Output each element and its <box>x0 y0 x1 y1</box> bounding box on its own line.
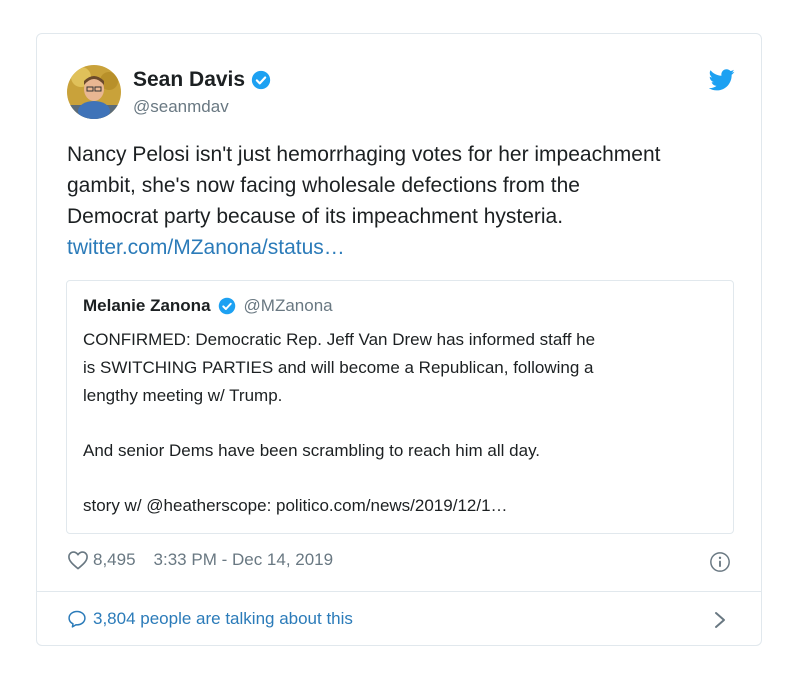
avatar[interactable] <box>67 65 121 119</box>
tweet-text: Nancy Pelosi isn't just hemorrhaging vot… <box>67 139 737 263</box>
tweet-link[interactable]: twitter.com/MZanona/status… <box>67 232 737 263</box>
tweet-text-line: Democrat party because of its impeachmen… <box>67 205 564 228</box>
tweet-text-line: Nancy Pelosi isn't just hemorrhaging vot… <box>67 143 661 166</box>
divider <box>37 591 761 592</box>
twitter-bird-icon[interactable] <box>709 69 735 91</box>
verified-badge-icon <box>251 70 271 90</box>
tweet-meta: 8,495 3:33 PM - Dec 14, 2019 <box>67 549 333 571</box>
quoted-text-line: CONFIRMED: Democratic Rep. Jeff Van Drew… <box>83 330 596 349</box>
quoted-text-line: is SWITCHING PARTIES and will become a R… <box>83 358 594 377</box>
author-name[interactable]: Sean Davis <box>133 67 271 93</box>
tweet-card: Sean Davis @seanmdav Nancy Pelosi isn't … <box>36 33 762 646</box>
speech-bubble-icon <box>68 610 86 628</box>
talking-count-text[interactable]: 3,804 people are talking about this <box>93 607 353 631</box>
heart-icon[interactable] <box>67 550 89 570</box>
chevron-right-icon[interactable] <box>713 610 727 630</box>
info-icon[interactable] <box>709 551 731 573</box>
quoted-text-line: lengthy meeting w/ Trump. <box>83 386 283 405</box>
quoted-text-paragraph: story w/ @heatherscope: politico.com/new… <box>83 496 508 515</box>
quoted-text-paragraph: And senior Dems have been scrambling to … <box>83 441 541 460</box>
quoted-header: Melanie Zanona @MZanona <box>83 295 333 317</box>
quoted-author-name[interactable]: Melanie Zanona <box>83 295 211 317</box>
verified-badge-icon <box>218 297 235 315</box>
tweet-text-line: gambit, she's now facing wholesale defec… <box>67 174 580 197</box>
conversation-link[interactable]: 3,804 people are talking about this <box>67 607 353 631</box>
quoted-author-handle[interactable]: @MZanona <box>244 295 333 317</box>
quoted-text: CONFIRMED: Democratic Rep. Jeff Van Drew… <box>83 326 723 520</box>
author-handle[interactable]: @seanmdav <box>133 96 229 118</box>
author-name-text[interactable]: Sean Davis <box>133 67 245 93</box>
quoted-tweet[interactable]: Melanie Zanona @MZanona CONFIRMED: Democ… <box>66 280 734 534</box>
timestamp[interactable]: 3:33 PM - Dec 14, 2019 <box>154 549 334 571</box>
like-count[interactable]: 8,495 <box>93 549 136 571</box>
